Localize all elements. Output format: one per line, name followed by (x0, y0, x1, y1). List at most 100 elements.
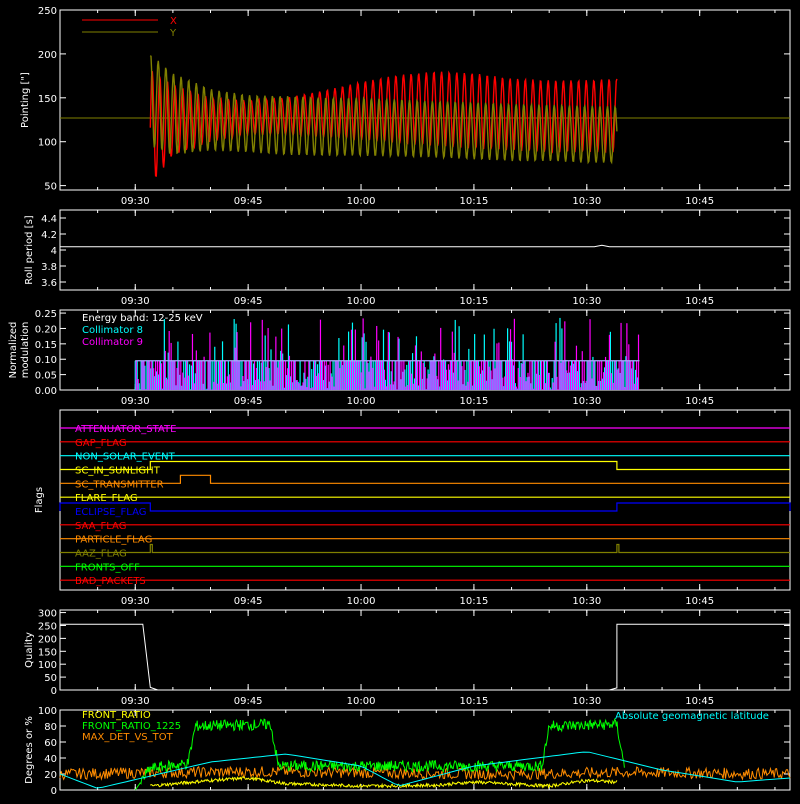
roll-xtick-label: 09:45 (234, 296, 263, 307)
quality-frame (59, 609, 791, 691)
roll-ytick-label: 3.6 (41, 278, 57, 289)
ratios-legend-1: FRONT_RATIO_1225 (82, 721, 181, 732)
modulation-ytick-label: 0.10 (35, 355, 57, 366)
flag-label-sc_transmitter: SC_TRANSMITTER (75, 479, 164, 490)
pointing-xtick-label: 10:45 (685, 196, 714, 207)
quality-ytick-label: 150 (38, 647, 57, 658)
quality-ytick-label: 200 (38, 634, 57, 645)
flags-xtick-label: 10:45 (685, 596, 714, 607)
quality-ytick-label: 100 (38, 660, 57, 671)
quality-ylabel: Quality (24, 632, 35, 668)
pointing-xtick-label: 09:30 (121, 196, 150, 207)
ratios-legend-2: MAX_DET_VS_TOT (82, 732, 174, 743)
modulation-xtick-label: 10:30 (572, 396, 601, 407)
flag-label-attenuator_state: ATTENUATOR_STATE (75, 424, 176, 435)
quality-xtick-label: 10:45 (685, 696, 714, 707)
pointing-ytick-label: 200 (38, 50, 57, 61)
quality-series (60, 623, 790, 691)
flags-xtick-label: 10:15 (460, 596, 489, 607)
quality-ytick-label: 250 (38, 621, 57, 632)
pointing-legend-X: X (170, 16, 177, 27)
pointing-xtick-label: 10:15 (460, 196, 489, 207)
pointing-xtick-label: 10:30 (572, 196, 601, 207)
pointing-xtick-label: 09:45 (234, 196, 263, 207)
modulation-xtick-label: 10:45 (685, 396, 714, 407)
modulation-ytick-label: 0.20 (35, 324, 57, 335)
ratios-ytick-label: 40 (44, 754, 57, 765)
flag-label-gap_flag: GAP_FLAG (75, 438, 127, 449)
flag-line-eclipse_flag (59, 502, 791, 512)
ratios-ytick-label: 100 (38, 706, 57, 717)
flags-xtick-label: 09:30 (121, 596, 150, 607)
modulation-legend-0: Collimator 8 (82, 325, 143, 336)
roll-ytick-label: 4.2 (41, 230, 57, 241)
flags-xtick-label: 09:45 (234, 596, 263, 607)
ratios-ytick-label: 20 (44, 770, 57, 781)
modulation-legend-1: Collimator 9 (82, 337, 143, 348)
flag-line-sc_transmitter (60, 474, 790, 484)
flag-line-aaz_flag (60, 543, 790, 554)
modulation-ytick-label: 0.15 (35, 340, 57, 351)
ratios-series-front_ratio_1225 (134, 717, 625, 791)
quicklook-plot: 09:30 09:45 10:00 10:15 10:30 10:45 50 100 150 20… (0, 0, 800, 800)
flags-frame (59, 409, 791, 591)
flag-line-sc_in_sunlight (60, 460, 790, 471)
ratios-legend-0: FRONT_RATIO (82, 710, 151, 721)
modulation-ylabel: Normalized (8, 322, 19, 379)
ratios-ytick-label: 80 (44, 722, 57, 733)
roll-ytick-label: 3.8 (41, 262, 57, 273)
modulation-ytick-label: 0.05 (35, 371, 57, 382)
pointing-series-X (149, 70, 618, 177)
ratios-annotation: Absolute geomagnetic latitude (615, 711, 769, 722)
roll-series (60, 244, 790, 248)
roll-ytick-label: 4.4 (41, 214, 57, 225)
roll-ytick-label: 4 (51, 246, 57, 257)
pointing-ylabel: Pointing ["] (20, 72, 31, 128)
flags-xtick-label: 10:00 (347, 596, 376, 607)
quicklook-plot-svg: 09:30 09:45 10:00 10:15 10:30 10:45 50 100 150 20… (8, 6, 791, 797)
modulation-xtick-label: 09:30 (121, 396, 150, 407)
modulation-ytick-label: 0.25 (35, 309, 57, 320)
flag-label-fronts_off: FRONTS_OFF (75, 562, 140, 573)
roll-frame (59, 209, 791, 291)
quality-xtick-label: 10:30 (572, 696, 601, 707)
pointing-xtick-label: 10:00 (347, 196, 376, 207)
modulation-annotation: Energy band: 12-25 keV (82, 313, 203, 324)
flag-label-sc_in_sunlight: SC_IN_SUNLIGHT (75, 466, 161, 477)
flag-label-particle_flag: PARTICLE_FLAG (75, 535, 152, 546)
pointing-ytick-label: 250 (38, 6, 57, 17)
pointing-series-Y (149, 55, 618, 165)
flags-ylabel: Flags (34, 487, 45, 513)
pointing-legend-Y: Y (169, 28, 177, 39)
modulation-bars (134, 317, 640, 390)
roll-xtick-label: 10:30 (572, 296, 601, 307)
quality-ytick-label: 300 (38, 609, 57, 620)
ratios-series-absolute-geomagnetic-latitude (59, 751, 791, 789)
quality-xtick-label: 10:00 (347, 696, 376, 707)
flag-label-bad_packets: BAD_PACKETS (75, 576, 146, 587)
ratios-ylabel: Degrees or % (24, 716, 35, 784)
ratios-ytick-label: 60 (44, 738, 57, 749)
quality-xtick-label: 10:15 (460, 696, 489, 707)
flag-label-eclipse_flag: ECLIPSE_FLAG (75, 507, 146, 518)
quality-xtick-label: 09:45 (234, 696, 263, 707)
pointing-ytick-label: 150 (38, 94, 57, 105)
quality-ytick-label: 50 (44, 673, 57, 684)
flags-xtick-label: 10:30 (572, 596, 601, 607)
roll-xtick-label: 10:00 (347, 296, 376, 307)
modulation-ylabel: modulation (20, 322, 31, 379)
roll-ylabel: Roll period [s] (24, 215, 35, 284)
quality-ytick-label: 0 (51, 686, 57, 697)
flag-label-aaz_flag: AAZ_FLAG (75, 549, 127, 560)
roll-xtick-label: 10:45 (685, 296, 714, 307)
ratios-ytick-label: 0 (51, 786, 57, 797)
roll-xtick-label: 10:15 (460, 296, 489, 307)
modulation-xtick-label: 10:00 (347, 396, 376, 407)
quality-xtick-label: 09:30 (121, 696, 150, 707)
modulation-xtick-label: 10:15 (460, 396, 489, 407)
roll-xtick-label: 09:30 (121, 296, 150, 307)
pointing-ytick-label: 100 (38, 138, 57, 149)
flag-label-saa_flag: SAA_FLAG (75, 521, 126, 532)
pointing-ytick-label: 50 (44, 182, 57, 193)
modulation-xtick-label: 09:45 (234, 396, 263, 407)
